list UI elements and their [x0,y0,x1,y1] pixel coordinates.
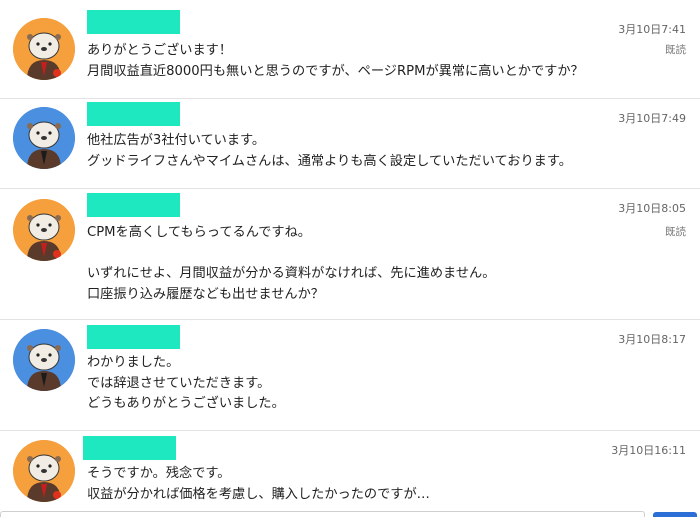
user-avatar[interactable] [13,199,75,261]
message-item: 3月10日8:05 既読 CPMを高くしてもらってるんですね。 いずれにせよ、月… [0,189,700,320]
message-text: 他社広告が3社付いています。 グッドライフさんやマイムさんは、通常よりも高く設定… [87,133,572,169]
otter-avatar-icon [13,440,75,502]
message-item: 3月10日8:17 わかりました。 では辞退させていただきます。 どうもありがと… [0,320,700,431]
message-item: 3月10日7:41 既読 ありがとうございます！ 月間収益直近8000円も無いと… [0,0,700,99]
user-avatar[interactable] [13,440,75,502]
read-status: 既読 [665,44,686,56]
sender-name[interactable] [83,436,176,460]
message-text: ありがとうございます！ 月間収益直近8000円も無いと思うのですが、ページRPM… [87,43,584,79]
message-text: CPMを高くしてもらってるんですね。 いずれにせよ、月間収益が分かる資料がなけれ… [87,225,496,302]
message-timestamp: 3月10日8:17 [618,333,686,346]
otter-avatar-icon [13,329,75,391]
message-text: わかりました。 では辞退させていただきます。 どうもありがとうございました。 [87,355,285,411]
otter-avatar-icon [13,107,75,169]
reply-input[interactable] [0,511,645,517]
message-timestamp: 3月10日16:11 [611,444,686,457]
read-status: 既読 [665,226,686,238]
sender-name[interactable] [87,193,180,217]
send-button[interactable] [653,512,697,517]
user-avatar[interactable] [13,107,75,169]
user-avatar[interactable] [13,329,75,391]
message-timestamp: 3月10日8:05 [618,202,686,215]
sender-name[interactable] [87,325,180,349]
sender-name[interactable] [87,10,180,34]
message-thread: 3月10日7:41 既読 ありがとうございます！ 月間収益直近8000円も無いと… [0,0,700,517]
otter-avatar-icon [13,18,75,80]
message-text: そうですか。残念です。 収益が分かれば価格を考慮し、購入したかったのですが… [87,466,430,502]
user-avatar[interactable] [13,18,75,80]
reply-bar [0,511,700,517]
message-timestamp: 3月10日7:49 [618,112,686,125]
message-item: 3月10日7:49 他社広告が3社付いています。 グッドライフさんやマイムさんは… [0,99,700,189]
otter-avatar-icon [13,199,75,261]
message-timestamp: 3月10日7:41 [618,23,686,36]
sender-name[interactable] [87,102,180,126]
message-item: 3月10日16:11 そうですか。残念です。 収益が分かれば価格を考慮し、購入し… [0,431,700,511]
